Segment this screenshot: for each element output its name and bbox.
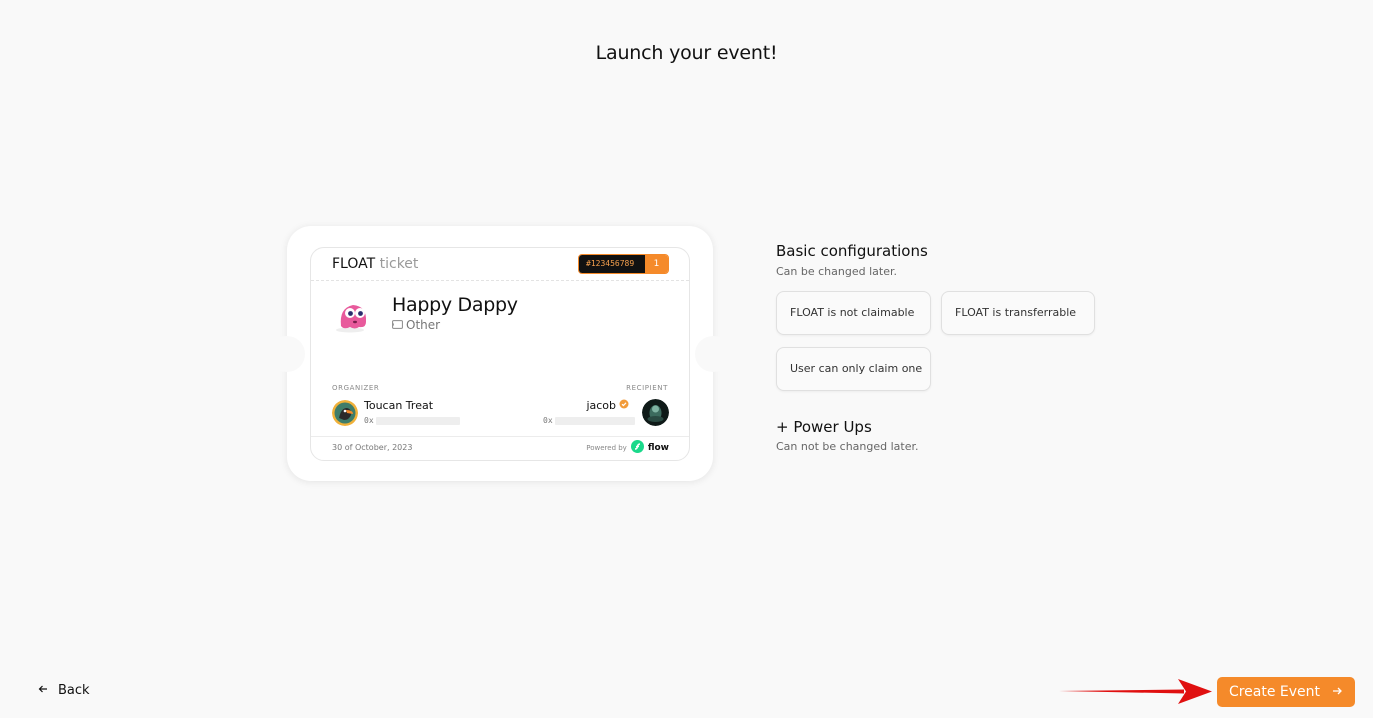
basic-config-title: Basic configurations	[776, 242, 928, 260]
organizer-avatar	[332, 400, 358, 426]
option-transferrable[interactable]: FLOAT is transferrable	[941, 291, 1095, 335]
recipient-avatar	[642, 399, 669, 426]
event-type-label: Other	[406, 318, 441, 332]
recipient-label: RECIPIENT	[626, 384, 668, 392]
power-ups-subtitle: Can not be changed later.	[776, 440, 919, 453]
create-event-label: Create Event	[1228, 684, 1321, 700]
ticket-icon	[392, 318, 403, 332]
organizer-label: ORGANIZER	[332, 384, 380, 392]
create-event-button[interactable]: Create Event	[1217, 677, 1355, 707]
recipient-name-row: jacob	[586, 399, 629, 412]
back-label: Back	[58, 683, 90, 698]
annotation-arrow-icon	[1058, 676, 1216, 710]
organizer-address-prefix: 0x	[364, 416, 374, 425]
powered-by-label: Powered by	[586, 443, 627, 452]
ticket-brand: FLOAT ticket	[332, 256, 418, 272]
ticket-brand-name: FLOAT	[332, 256, 376, 272]
ticket-brand-suffix: ticket	[379, 256, 419, 272]
flow-label: flow	[647, 442, 669, 453]
recipient-address: 0x	[543, 416, 635, 425]
ticket-notch-left	[269, 336, 305, 372]
serial-count: 1	[645, 255, 668, 273]
serial-number: #123456789	[579, 255, 645, 273]
power-ups-toggle[interactable]: + Power Ups	[776, 418, 872, 436]
organizer-name: Toucan Treat	[364, 399, 434, 412]
ticket-header: FLOAT ticket #123456789 1	[311, 248, 689, 281]
float-ticket-preview: FLOAT ticket #123456789 1 Happy Dappy Ot…	[269, 226, 731, 481]
back-button[interactable]: Back	[38, 683, 90, 698]
organizer-address: 0x	[364, 416, 460, 425]
verified-badge-icon	[619, 399, 629, 412]
recipient-address-prefix: 0x	[543, 416, 553, 425]
ticket-footer: 30 of October, 2023 Powered by flow	[311, 436, 689, 461]
ticket-card: FLOAT ticket #123456789 1 Happy Dappy Ot…	[310, 247, 690, 461]
recipient-name: jacob	[586, 399, 616, 412]
ticket-date: 30 of October, 2023	[332, 443, 413, 452]
event-type: Other	[392, 318, 440, 332]
ticket-notch-right	[695, 336, 731, 372]
flow-logo-icon	[630, 440, 644, 455]
arrow-right-icon	[1332, 684, 1343, 700]
page-title: Launch your event!	[595, 42, 778, 64]
event-image	[333, 296, 373, 334]
basic-config-subtitle: Can be changed later.	[776, 265, 897, 278]
option-not-claimable[interactable]: FLOAT is not claimable	[776, 291, 931, 335]
powered-by: Powered by flow	[586, 440, 669, 455]
option-claim-one[interactable]: User can only claim one	[776, 347, 931, 391]
serial-badge: #123456789 1	[578, 254, 669, 274]
event-name: Happy Dappy	[392, 294, 518, 316]
arrow-left-icon	[38, 683, 48, 698]
